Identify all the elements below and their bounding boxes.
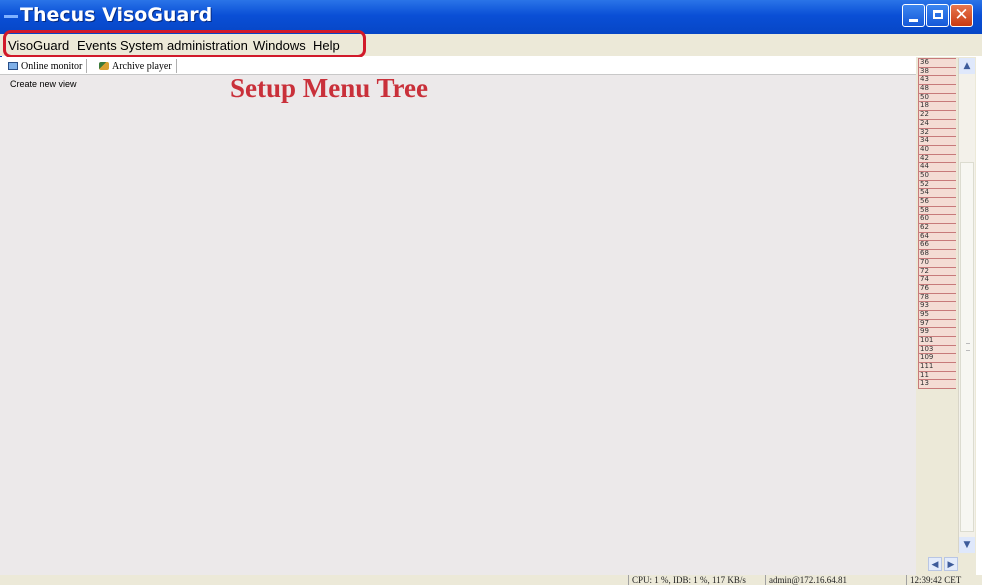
minimize-icon xyxy=(909,19,918,22)
tab-archive-player-label: Archive player xyxy=(112,60,172,72)
minimize-button[interactable] xyxy=(902,4,925,27)
scroll-thumb[interactable] xyxy=(960,162,974,532)
maximize-button[interactable] xyxy=(926,4,949,27)
scroll-right-button[interactable]: ▶ xyxy=(944,557,958,571)
tab-archive-player[interactable]: Archive player xyxy=(99,59,177,73)
tab-strip: Online monitor Archive player xyxy=(0,57,916,75)
status-cpu: CPU: 1 %, IDB: 1 %, 117 KB/s xyxy=(628,575,746,585)
title-bar: Thecus VisoGuard ✕ xyxy=(0,0,982,34)
camera-list: 36 38 43 48 50 18 22 24 32 34 40 42 44 50 52 54 56 58 60 62… xyxy=(918,58,956,553)
close-button[interactable]: ✕ xyxy=(950,4,973,27)
app-icon xyxy=(4,15,18,18)
menu-highlight-outline xyxy=(3,30,366,58)
close-icon: ✕ xyxy=(954,5,969,25)
window-title: Thecus VisoGuard xyxy=(20,4,213,26)
status-time: 12:39:42 CET xyxy=(906,575,961,585)
camera-list-item[interactable]: 13 xyxy=(918,380,956,390)
status-user: admin@172.16.64.81 xyxy=(765,575,847,585)
create-new-view-link[interactable]: Create new view xyxy=(10,79,77,89)
maximize-icon xyxy=(933,10,943,19)
status-bar: CPU: 1 %, IDB: 1 %, 117 KB/s admin@172.1… xyxy=(0,575,982,585)
grip-icon xyxy=(966,343,970,351)
archive-icon xyxy=(99,62,109,70)
scroll-left-button[interactable]: ◀ xyxy=(928,557,942,571)
setup-menu-tree-annotation: Setup Menu Tree xyxy=(230,73,429,103)
main-content-area xyxy=(0,75,916,575)
vertical-scrollbar[interactable]: ▲ ▼ xyxy=(958,58,975,553)
tab-online-monitor[interactable]: Online monitor xyxy=(8,59,88,73)
scroll-down-button[interactable]: ▼ xyxy=(959,537,975,553)
monitor-icon xyxy=(8,62,18,70)
scroll-up-button[interactable]: ▲ xyxy=(959,58,975,74)
tab-online-monitor-label: Online monitor xyxy=(21,60,83,72)
